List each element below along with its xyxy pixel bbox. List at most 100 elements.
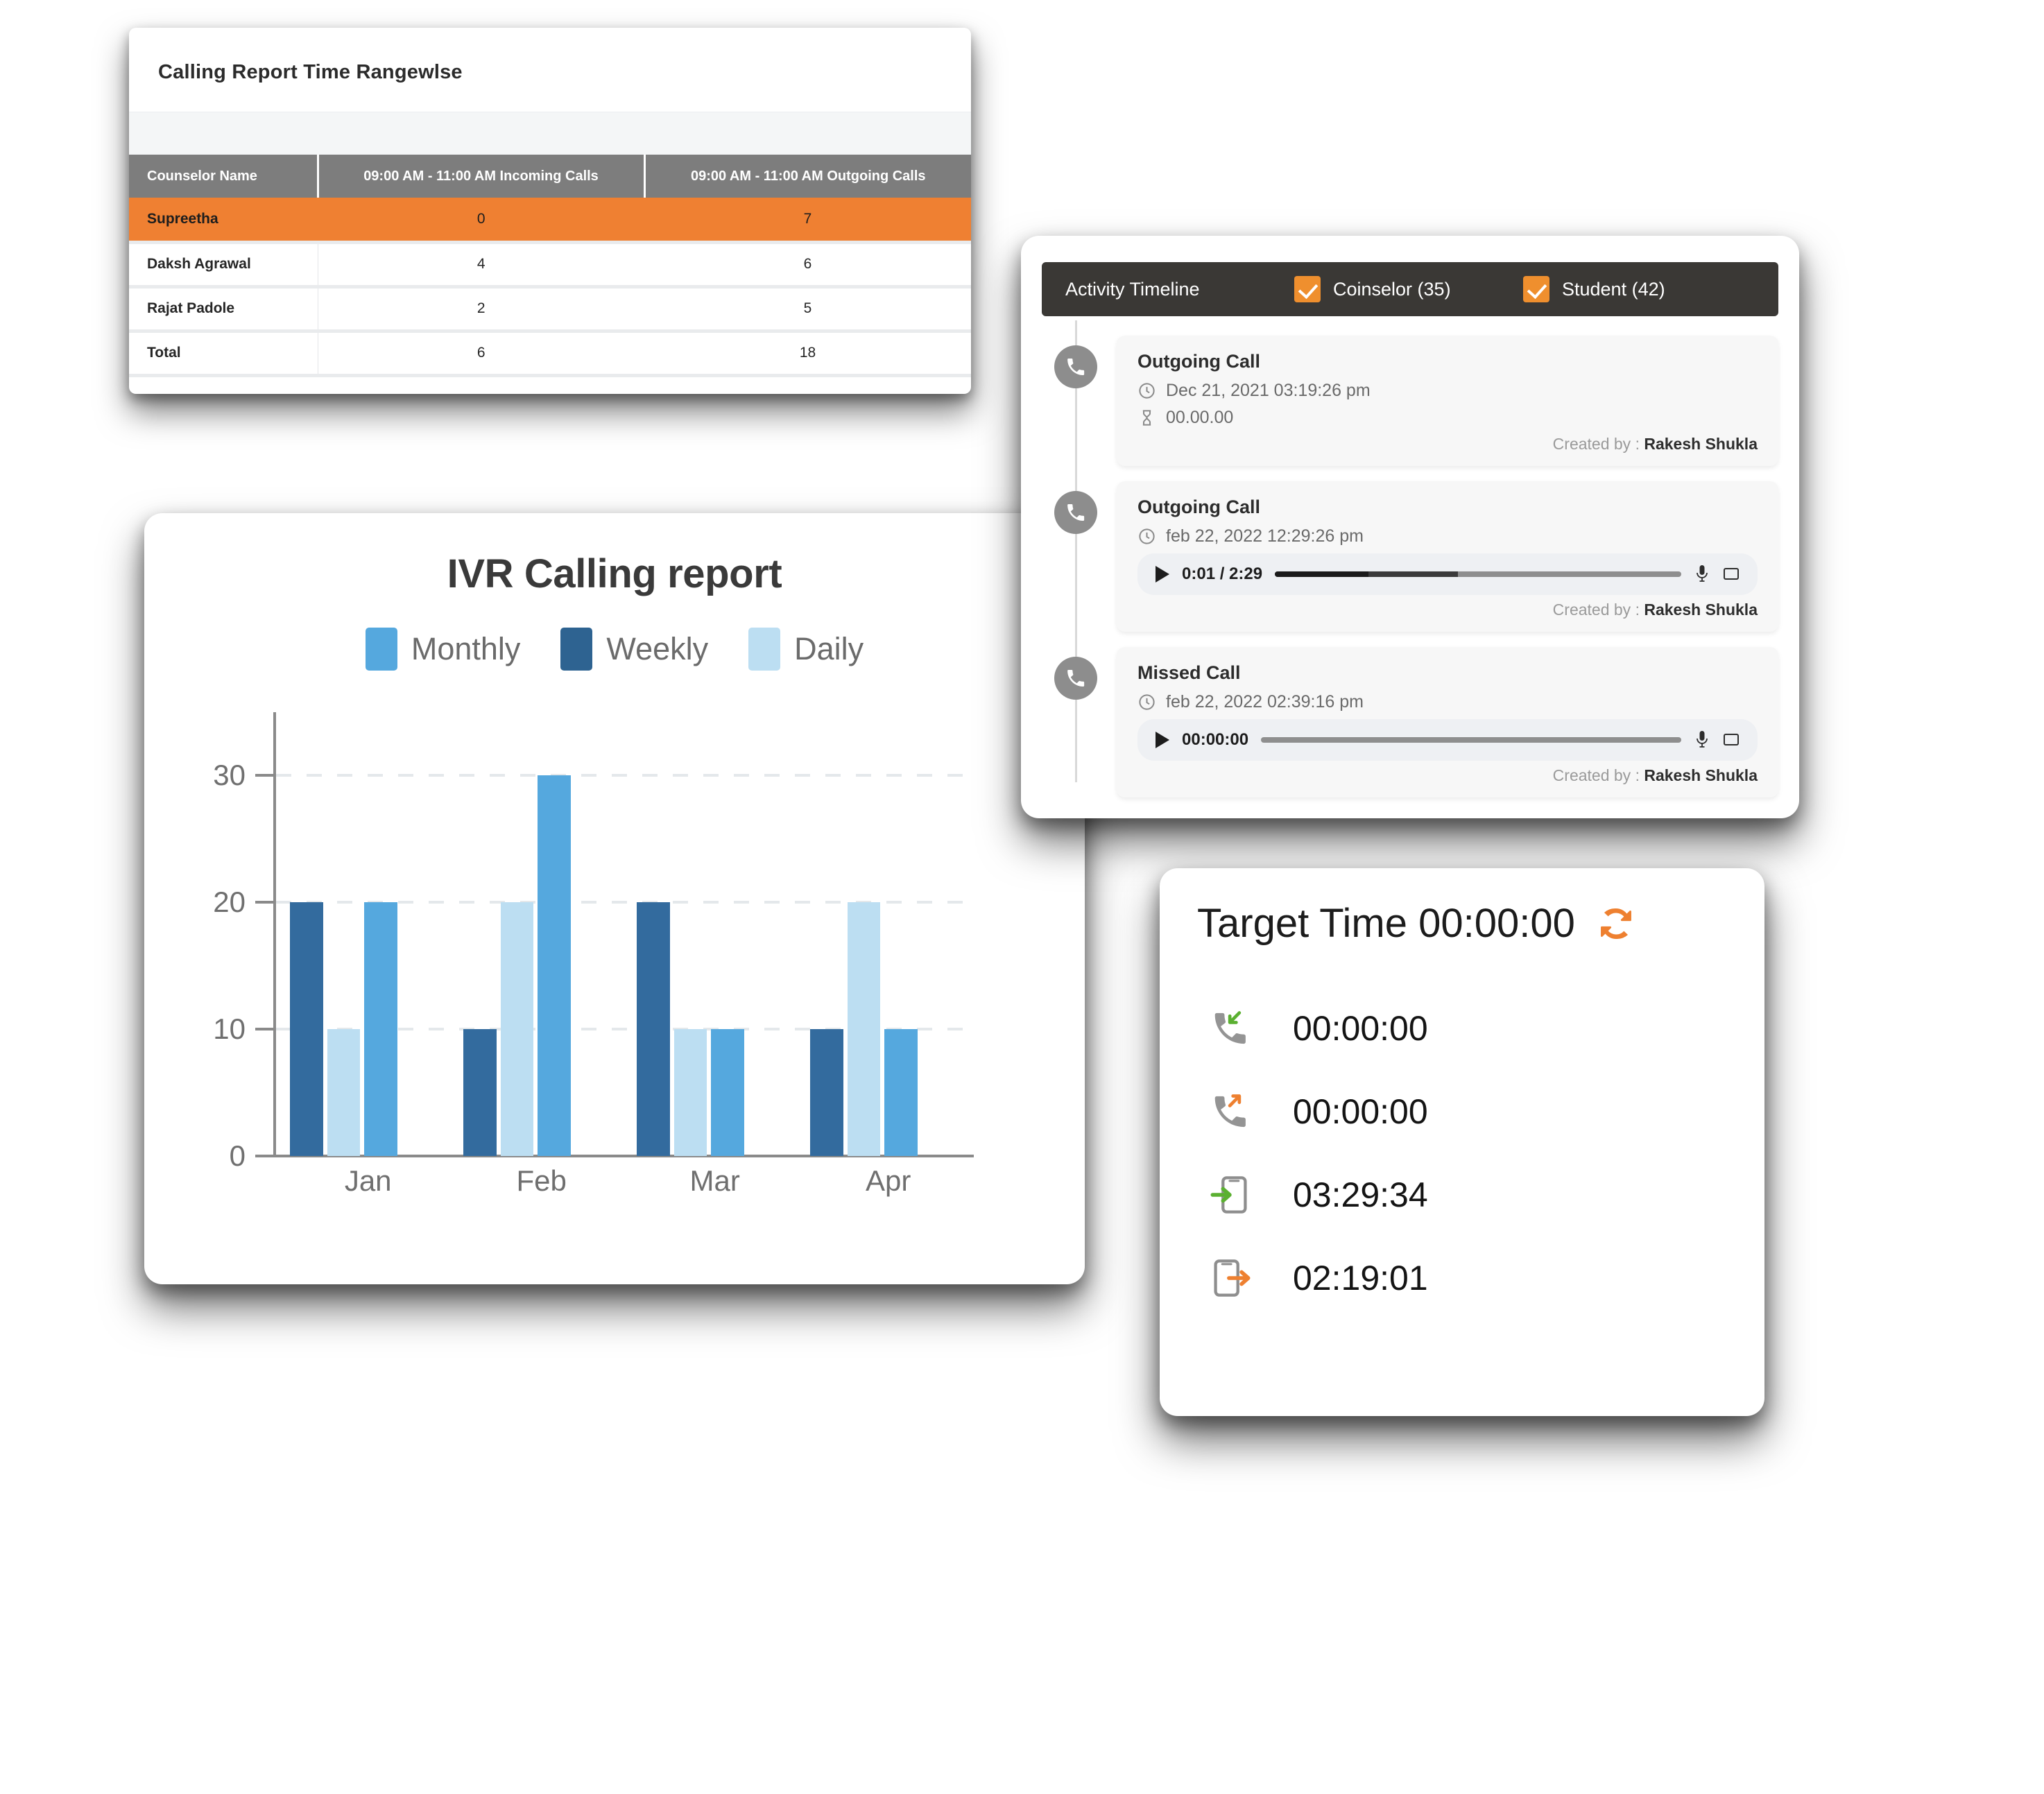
- y-tick-mark: [255, 1155, 276, 1157]
- cell-outgoing-calls: 5: [644, 286, 971, 333]
- legend-item-daily[interactable]: Daily: [748, 628, 864, 671]
- bar-daily-feb[interactable]: [500, 902, 534, 1156]
- calling-report-panel: Calling Report Time Rangewlse Counselor …: [129, 28, 971, 394]
- y-tick-label: 10: [213, 1012, 246, 1046]
- y-tick-label: 30: [213, 759, 246, 792]
- created-by-name: Rakesh Shukla: [1644, 435, 1758, 453]
- call-datetime: feb 22, 2022 12:29:26 pm: [1166, 526, 1364, 546]
- bar-monthly-feb[interactable]: [538, 775, 572, 1156]
- play-icon[interactable]: [1156, 732, 1169, 748]
- activity-timeline-list: Outgoing Call Dec 21, 2021 03:19:26 pm 0…: [1021, 320, 1799, 797]
- audio-player[interactable]: 00:00:00: [1137, 719, 1758, 761]
- phone-logout-icon: [1210, 1257, 1251, 1299]
- activity-timeline-header: Activity Timeline Coinselor (35) Student…: [1042, 262, 1778, 316]
- phone-icon: [1054, 491, 1097, 534]
- y-tick-label: 0: [229, 1139, 246, 1172]
- target-time-rows: 00:00:00 00:00:00 03:29:34 02:19:01: [1197, 987, 1727, 1320]
- bar-group: [449, 712, 623, 1156]
- call-datetime-row: feb 22, 2022 12:29:26 pm: [1137, 526, 1758, 546]
- bar-group-inner: [290, 712, 398, 1156]
- progress-buffered: [1368, 571, 1458, 577]
- table-row[interactable]: Supreetha 0 7: [129, 198, 971, 244]
- column-header-counselor-name[interactable]: Counselor Name: [129, 155, 318, 198]
- legend-item-weekly[interactable]: Weekly: [560, 628, 708, 671]
- target-time-title: Target Time 00:00:00: [1197, 901, 1575, 946]
- bar-daily-jan[interactable]: [327, 1029, 361, 1156]
- outgoing-call-icon: [1210, 1091, 1251, 1132]
- cell-counselor-name: Rajat Padole: [129, 286, 318, 333]
- cell-incoming-calls: 2: [318, 286, 644, 333]
- refresh-icon[interactable]: [1595, 902, 1638, 945]
- timeline-card[interactable]: Outgoing Call feb 22, 2022 12:29:26 pm 0…: [1117, 481, 1778, 632]
- player-time: 00:00:00: [1182, 730, 1249, 749]
- created-by-name: Rakesh Shukla: [1644, 766, 1758, 784]
- created-by-row: Created by : Rakesh Shukla: [1137, 601, 1758, 619]
- target-row-incoming: 00:00:00: [1197, 987, 1727, 1070]
- player-progress-bar[interactable]: [1275, 571, 1681, 577]
- column-header-outgoing-calls[interactable]: 09:00 AM - 11:00 AM Outgoing Calls: [643, 155, 971, 198]
- timeline-entry: Outgoing Call feb 22, 2022 12:29:26 pm 0…: [1042, 466, 1778, 632]
- phone-icon: [1054, 657, 1097, 700]
- player-progress-bar[interactable]: [1261, 737, 1681, 743]
- bar-weekly-jan[interactable]: [290, 902, 323, 1156]
- bar-monthly-apr[interactable]: [884, 1029, 918, 1156]
- legend-item-monthly[interactable]: Monthly: [365, 628, 521, 671]
- filter-label-counselor: Coinselor (35): [1333, 278, 1451, 300]
- checkbox-student[interactable]: [1523, 276, 1549, 302]
- calling-report-table: Counselor Name 09:00 AM - 11:00 AM Incom…: [129, 155, 971, 377]
- target-row-login: 03:29:34: [1197, 1153, 1727, 1236]
- table-row[interactable]: Daksh Agrawal 4 6: [129, 242, 971, 288]
- ivr-calling-report-panel: IVR Calling report Monthly Weekly Daily …: [144, 513, 1085, 1284]
- call-type: Outgoing Call: [1137, 351, 1260, 372]
- target-time-header: Target Time 00:00:00: [1197, 900, 1727, 947]
- table-row[interactable]: Rajat Padole 2 5: [129, 286, 971, 333]
- progress-played: [1275, 571, 1368, 577]
- bar-weekly-feb[interactable]: [463, 1029, 497, 1156]
- call-type: Missed Call: [1137, 662, 1241, 683]
- bar-weekly-apr[interactable]: [810, 1029, 843, 1156]
- created-by-prefix: Created by :: [1552, 435, 1644, 453]
- bar-monthly-jan[interactable]: [364, 902, 398, 1156]
- bar-group: [276, 712, 449, 1156]
- checkbox-counselor[interactable]: [1294, 276, 1321, 302]
- bar-group-inner: [463, 712, 572, 1156]
- screenshot-root: Calling Report Time Rangewlse Counselor …: [0, 0, 2044, 1794]
- x-tick-label: Apr: [866, 1164, 911, 1197]
- audio-player[interactable]: 0:01 / 2:29: [1137, 553, 1758, 595]
- phone-login-duration: 03:29:34: [1293, 1175, 1428, 1214]
- created-by-row: Created by : Rakesh Shukla: [1137, 766, 1758, 785]
- screen-icon[interactable]: [1723, 564, 1740, 585]
- microphone-icon[interactable]: [1694, 730, 1710, 750]
- call-type: Outgoing Call: [1137, 497, 1260, 517]
- filter-counselor[interactable]: Coinselor (35): [1294, 276, 1523, 302]
- clock-icon: [1139, 528, 1155, 544]
- column-header-incoming-calls[interactable]: 09:00 AM - 11:00 AM Incoming Calls: [316, 155, 644, 198]
- bar-monthly-mar[interactable]: [711, 1029, 745, 1156]
- play-icon[interactable]: [1156, 566, 1169, 583]
- bar-daily-apr[interactable]: [847, 902, 881, 1156]
- clock-icon: [1139, 694, 1155, 710]
- chart-title: IVR Calling report: [447, 551, 782, 596]
- outgoing-call-duration: 00:00:00: [1293, 1092, 1428, 1131]
- timeline-card[interactable]: Outgoing Call Dec 21, 2021 03:19:26 pm 0…: [1117, 336, 1778, 466]
- call-duration-row: 00.00.00: [1137, 408, 1758, 428]
- created-by-prefix: Created by :: [1552, 601, 1644, 619]
- target-row-logout: 02:19:01: [1197, 1236, 1727, 1320]
- microphone-icon[interactable]: [1694, 564, 1710, 585]
- bar-weekly-mar[interactable]: [637, 902, 670, 1156]
- cell-counselor-name: Daksh Agrawal: [129, 242, 318, 288]
- timeline-card[interactable]: Missed Call feb 22, 2022 02:39:16 pm 00:…: [1117, 647, 1778, 797]
- x-axis-labels: Jan Feb Mar Apr: [276, 1164, 970, 1198]
- legend-swatch-daily: [748, 628, 781, 671]
- bar-daily-mar[interactable]: [673, 1029, 707, 1156]
- bar-group: [796, 712, 970, 1156]
- screen-icon[interactable]: [1723, 730, 1740, 750]
- phone-icon: [1054, 345, 1097, 388]
- cell-total-label: Total: [129, 331, 318, 377]
- legend-label-monthly: Monthly: [411, 631, 521, 666]
- cell-counselor-name: Supreetha: [129, 198, 318, 244]
- x-tick-label: Mar: [689, 1164, 740, 1197]
- filter-student[interactable]: Student (42): [1523, 276, 1752, 302]
- phone-logout-duration: 02:19:01: [1293, 1259, 1428, 1297]
- bar-group-inner: [637, 712, 745, 1156]
